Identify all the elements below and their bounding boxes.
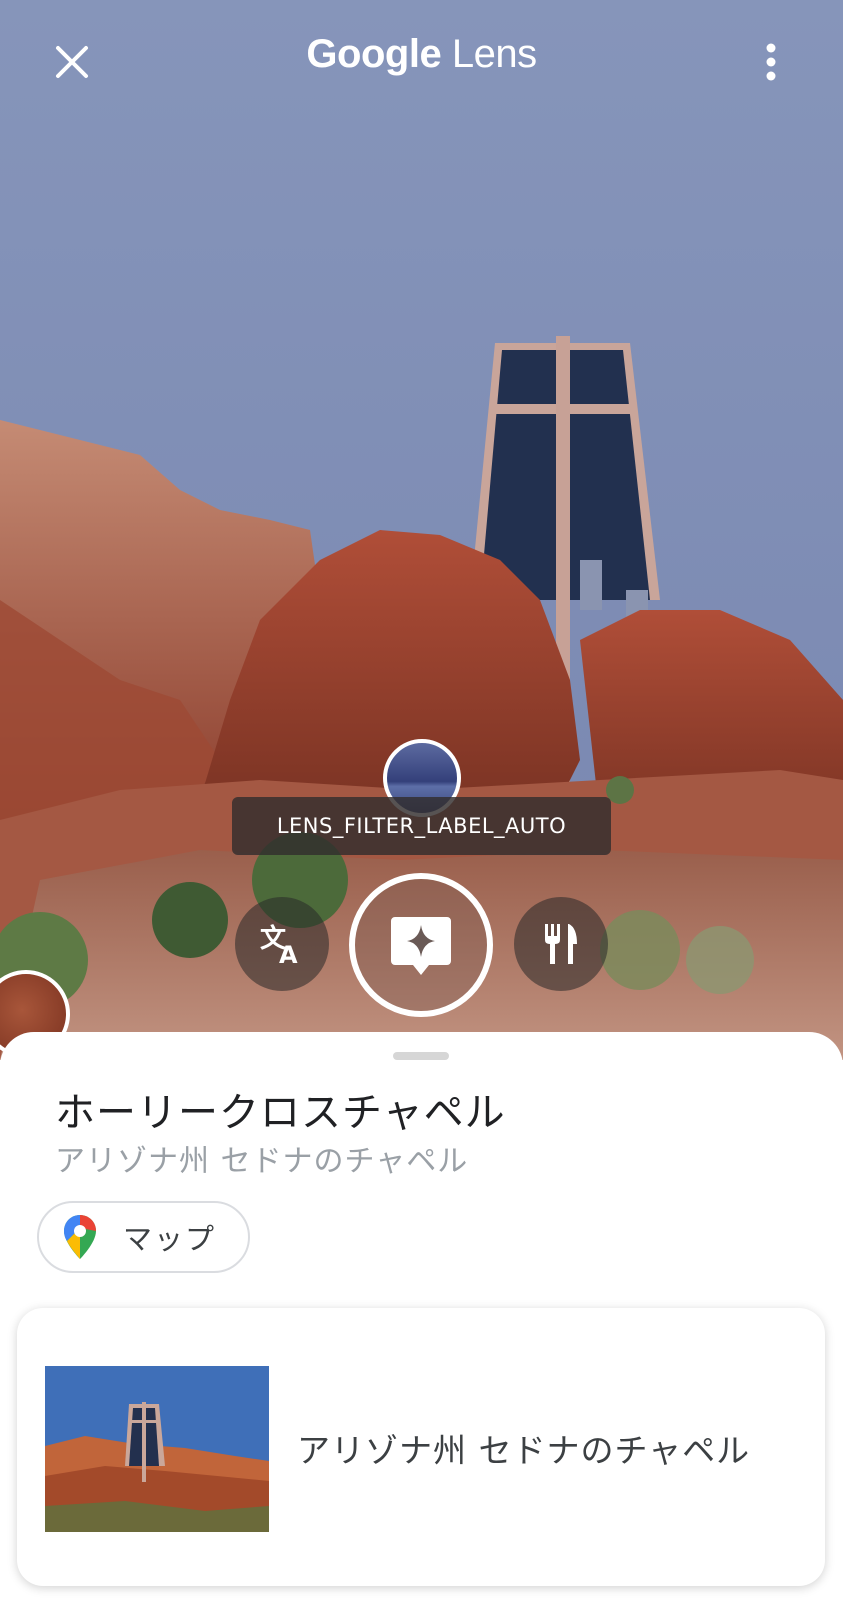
more-options-button[interactable] <box>739 30 803 94</box>
google-maps-pin-icon <box>64 1215 96 1259</box>
translate-mode-button[interactable]: 文 A <box>235 897 329 991</box>
app-title: Google Lens <box>0 32 843 77</box>
results-sheet: ホーリークロスチャペル アリゾナ州 セドナのチャペル マップ アリゾナ州 セドナ… <box>0 1032 843 1611</box>
translate-icon: 文 A <box>260 923 298 967</box>
result-card[interactable]: アリゾナ州 セドナのチャペル <box>17 1308 825 1586</box>
sheet-drag-handle[interactable] <box>393 1052 449 1060</box>
maps-chip-label: マップ <box>123 1222 217 1256</box>
result-card-text: アリゾナ州 セドナのチャペル <box>297 1431 751 1470</box>
result-title: ホーリークロスチャペル <box>55 1090 506 1136</box>
filter-label: LENS_FILTER_LABEL_AUTO <box>232 797 611 855</box>
title-google: Google <box>306 32 442 76</box>
result-thumbnail <box>45 1366 269 1532</box>
result-subtitle: アリゾナ州 セドナのチャペル <box>55 1144 469 1179</box>
maps-chip[interactable]: マップ <box>37 1201 250 1273</box>
search-shutter-button[interactable] <box>349 873 493 1017</box>
lens-search-icon <box>391 917 451 975</box>
dining-mode-button[interactable] <box>514 897 608 991</box>
svg-text:A: A <box>279 941 298 967</box>
camera-viewfinder[interactable]: Google Lens LENS_FILTER_LABEL_AUTO 文 A <box>0 0 843 1060</box>
more-vert-icon <box>766 43 776 81</box>
restaurant-icon <box>545 924 577 964</box>
title-lens: Lens <box>451 32 537 76</box>
